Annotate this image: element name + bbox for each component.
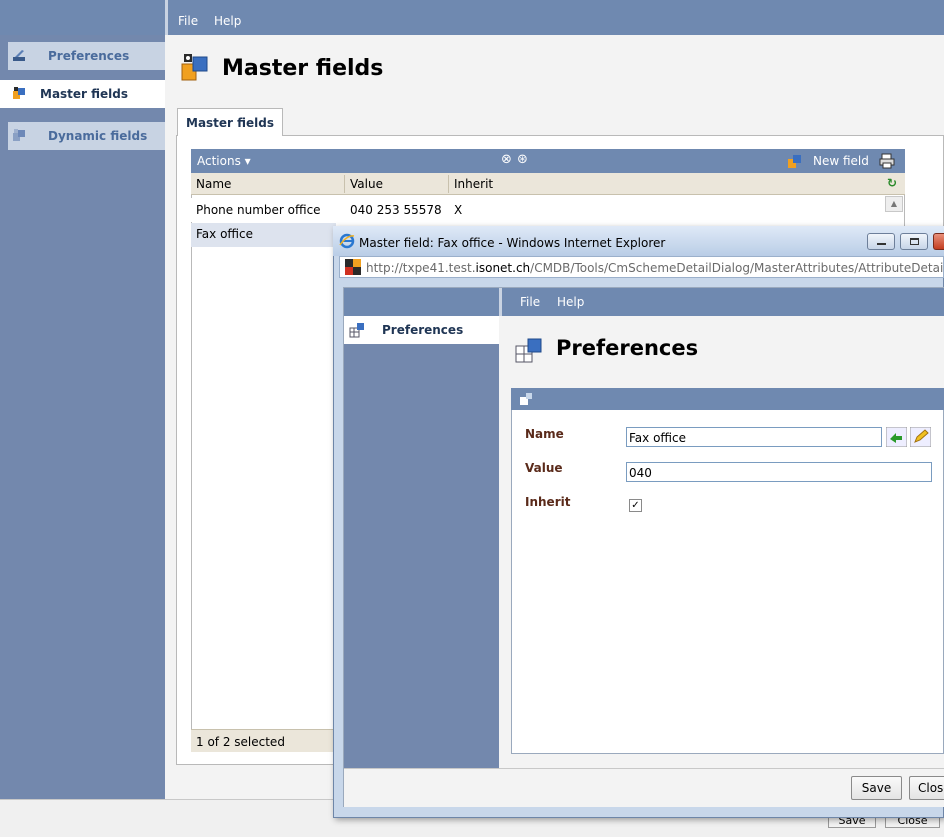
grid-header: Name Value Inherit ↻ (191, 173, 905, 195)
dialog-sidebar (344, 316, 499, 807)
url-domain: isonet.ch (475, 261, 531, 275)
menu-help[interactable]: Help (214, 14, 241, 28)
sidebar-item-label: Preferences (48, 49, 130, 63)
preferences-icon (349, 323, 364, 338)
column-header-name[interactable]: Name (196, 177, 231, 191)
sidebar-item-dynamic-fields[interactable]: Dynamic fields (8, 122, 165, 150)
column-header-inherit[interactable]: Inherit (454, 177, 493, 191)
url-text: http://txpe41.test.isonet.ch/CMDB/Tools/… (366, 261, 944, 275)
cell-value: 040 253 55578 (350, 203, 442, 217)
sidebar-item-preferences[interactable]: Preferences (8, 42, 165, 70)
cell-name: Fax office (196, 227, 253, 241)
dialog-save-button[interactable]: Save (851, 776, 902, 800)
master-fields-icon (13, 87, 25, 99)
name-input[interactable]: Fax office (626, 427, 882, 447)
dialog-menu-help[interactable]: Help (557, 295, 584, 309)
site-favicon-icon (345, 259, 361, 275)
tab-master-fields[interactable]: Master fields (177, 108, 283, 136)
menu-file[interactable]: File (178, 14, 198, 28)
inherit-label: Inherit (525, 495, 571, 509)
sidebar-item-label: Master fields (40, 87, 129, 101)
selection-count: 1 of 2 selected (196, 735, 285, 749)
grid-footer: 1 of 2 selected (191, 729, 336, 752)
cell-inherit: X (454, 203, 463, 217)
grid-toolbar: Actions ▾ ⊗ ⊛ New field (191, 149, 905, 173)
table-row[interactable]: Fax office (191, 223, 336, 247)
table-row[interactable]: Phone number office 040 253 55578 X (191, 198, 891, 222)
dialog-corner (344, 288, 499, 316)
dynamic-fields-icon (13, 129, 25, 141)
form-section-icon (520, 393, 532, 405)
master-fields-icon (181, 54, 208, 81)
app-menubar: File Help (165, 0, 944, 35)
column-divider (344, 175, 345, 193)
name-label: Name (525, 427, 564, 441)
value-input[interactable]: 040 (626, 462, 932, 482)
dialog-close-button[interactable]: Close (909, 776, 944, 800)
translate-icon[interactable] (886, 427, 907, 447)
maximize-button[interactable] (900, 233, 928, 250)
preferences-icon (515, 338, 542, 363)
internet-explorer-icon (339, 233, 355, 249)
page-title: Master fields (222, 56, 384, 81)
dialog-sidebar-item-preferences[interactable]: Preferences (344, 316, 499, 344)
edit-icon[interactable] (910, 427, 931, 447)
url-prefix: http://txpe41.test. (366, 261, 476, 275)
window-close-button[interactable] (933, 233, 944, 250)
dialog-form-header (511, 388, 944, 410)
new-field-icon (788, 155, 801, 168)
value-label: Value (525, 461, 563, 475)
app-corner (0, 0, 165, 35)
maximize-icon (910, 238, 919, 245)
scroll-up-arrow[interactable]: ▲ (885, 196, 903, 212)
url-path: /CMDB/Tools/CmSchemeDetailDialog/MasterA… (530, 261, 944, 275)
column-header-value[interactable]: Value (350, 177, 383, 191)
print-icon[interactable] (879, 153, 895, 169)
new-field-button[interactable]: New field (813, 154, 869, 168)
column-divider (448, 175, 449, 193)
inherit-checkbox[interactable]: ✓ (629, 499, 642, 512)
preferences-icon (13, 50, 25, 61)
expand-all-icon[interactable]: ⊛ (517, 152, 528, 167)
dialog-menubar: File Help (499, 288, 944, 316)
collapse-all-icon[interactable]: ⊗ (501, 152, 512, 167)
sidebar-item-master-fields[interactable]: Master fields (0, 80, 165, 108)
actions-menu[interactable]: Actions ▾ (197, 154, 251, 168)
sidebar-item-label: Dynamic fields (48, 129, 148, 143)
minimize-icon (877, 243, 886, 245)
cell-name: Phone number office (196, 203, 321, 217)
dialog-title: Master field: Fax office - Windows Inter… (359, 236, 666, 250)
dialog-menu-file[interactable]: File (520, 295, 540, 309)
dialog-sidebar-item-label: Preferences (382, 323, 464, 337)
dialog-page-title: Preferences (556, 336, 699, 360)
refresh-icon[interactable]: ↻ (887, 176, 897, 190)
minimize-button[interactable] (867, 233, 895, 250)
